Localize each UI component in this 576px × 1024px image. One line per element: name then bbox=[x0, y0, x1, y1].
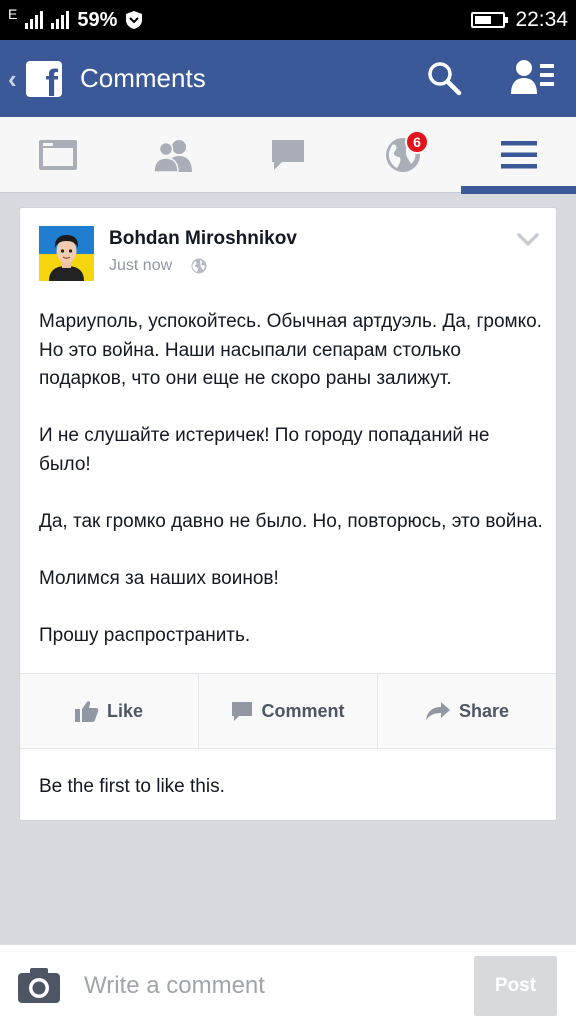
share-label: Share bbox=[458, 700, 510, 721]
shield-icon bbox=[126, 11, 143, 29]
clock: 22:34 bbox=[515, 8, 568, 31]
tab-notifications[interactable]: 6 bbox=[345, 117, 460, 193]
share-button[interactable]: Share bbox=[378, 674, 556, 748]
post-timestamp[interactable]: Just now bbox=[109, 257, 172, 275]
like-label: Like bbox=[106, 700, 144, 721]
menu-icon bbox=[500, 141, 537, 169]
post-author[interactable]: Bohdan Miroshnikov bbox=[109, 228, 297, 250]
page-title: Comments bbox=[80, 63, 206, 93]
post-body: Мариуполь, успокойтесь. Обычная артдуэль… bbox=[39, 308, 544, 679]
tab-news-feed[interactable] bbox=[0, 117, 115, 193]
news-feed-icon bbox=[38, 140, 77, 170]
tab-bar: 6 bbox=[0, 117, 576, 194]
thumbs-up-icon bbox=[74, 701, 99, 722]
post-button[interactable]: Post bbox=[474, 956, 557, 1016]
status-left: E 59% bbox=[8, 6, 143, 34]
post-paragraph: Прошу распространить. bbox=[39, 624, 251, 646]
chevron-down-icon[interactable] bbox=[517, 233, 539, 247]
comment-button[interactable]: Comment bbox=[199, 674, 378, 748]
post-card: Bohdan Miroshnikov Just now Мариуполь, у… bbox=[19, 207, 557, 821]
notifications-badge: 6 bbox=[405, 130, 429, 154]
comment-composer: Post bbox=[0, 944, 576, 1024]
friends-icon bbox=[152, 140, 192, 172]
signal-icon-2 bbox=[51, 11, 70, 29]
comment-input[interactable] bbox=[84, 967, 454, 1005]
like-button[interactable]: Like bbox=[20, 674, 199, 748]
post-actions: Like Comment Share bbox=[20, 673, 556, 749]
messages-icon bbox=[271, 140, 304, 170]
post-paragraph: Да, так громко давно не было. Но, повтор… bbox=[39, 510, 543, 532]
post-paragraph: Мариуполь, успокойтесь. Обычная артдуэль… bbox=[39, 311, 542, 389]
battery-icon bbox=[471, 12, 509, 28]
likes-summary[interactable]: Be the first to like this. bbox=[39, 776, 225, 798]
avatar[interactable] bbox=[39, 226, 94, 281]
app-header: ‹ f Comments bbox=[0, 40, 576, 117]
comment-icon bbox=[232, 702, 253, 721]
battery-percent: 59% bbox=[77, 8, 118, 31]
back-chevron-icon[interactable]: ‹ bbox=[8, 64, 17, 95]
search-icon[interactable] bbox=[426, 60, 462, 96]
status-right: 22:34 bbox=[471, 6, 568, 34]
post-paragraph: Молимся за наших воинов! bbox=[39, 567, 279, 589]
comment-label: Comment bbox=[261, 700, 345, 721]
tab-friends[interactable] bbox=[115, 117, 230, 193]
facebook-logo[interactable]: f bbox=[26, 61, 62, 97]
signal-icon bbox=[25, 11, 44, 29]
post-paragraph: И не слушайте истеричек! По городу попад… bbox=[39, 425, 490, 475]
network-type: E bbox=[8, 6, 18, 22]
public-globe-icon bbox=[191, 258, 207, 274]
tab-menu[interactable] bbox=[461, 117, 576, 194]
camera-icon[interactable] bbox=[18, 967, 60, 1003]
friend-requests-icon[interactable] bbox=[510, 58, 556, 98]
tab-messages[interactable] bbox=[230, 117, 345, 193]
share-icon bbox=[425, 702, 450, 720]
status-bar: E 59% 22:34 bbox=[0, 0, 576, 40]
